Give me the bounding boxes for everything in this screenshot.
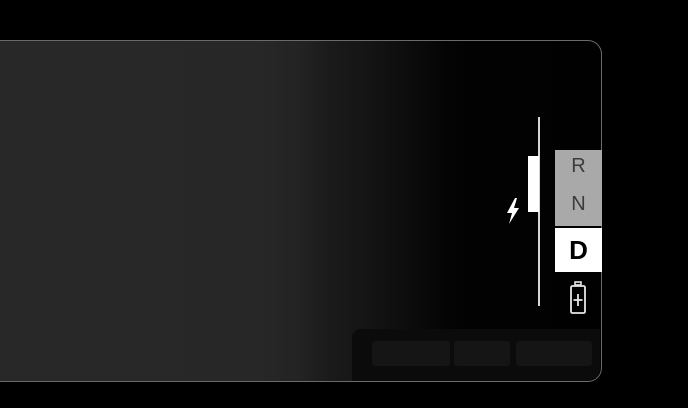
bottom-dock	[352, 329, 600, 381]
gear-reverse[interactable]: R	[555, 150, 602, 183]
dock-slot-left[interactable]	[372, 341, 450, 366]
lightning-bolt-icon	[506, 198, 520, 224]
gear-selector[interactable]: R N D	[555, 150, 602, 272]
dock-slot-right[interactable]	[516, 341, 592, 366]
gear-drive-selected[interactable]: D	[555, 228, 602, 272]
dock-slot-middle[interactable]	[454, 341, 510, 366]
gear-neutral[interactable]: N	[555, 183, 602, 226]
power-meter-fill	[528, 156, 539, 212]
battery-plus-icon	[569, 281, 587, 315]
car-display: R N D	[0, 0, 688, 408]
